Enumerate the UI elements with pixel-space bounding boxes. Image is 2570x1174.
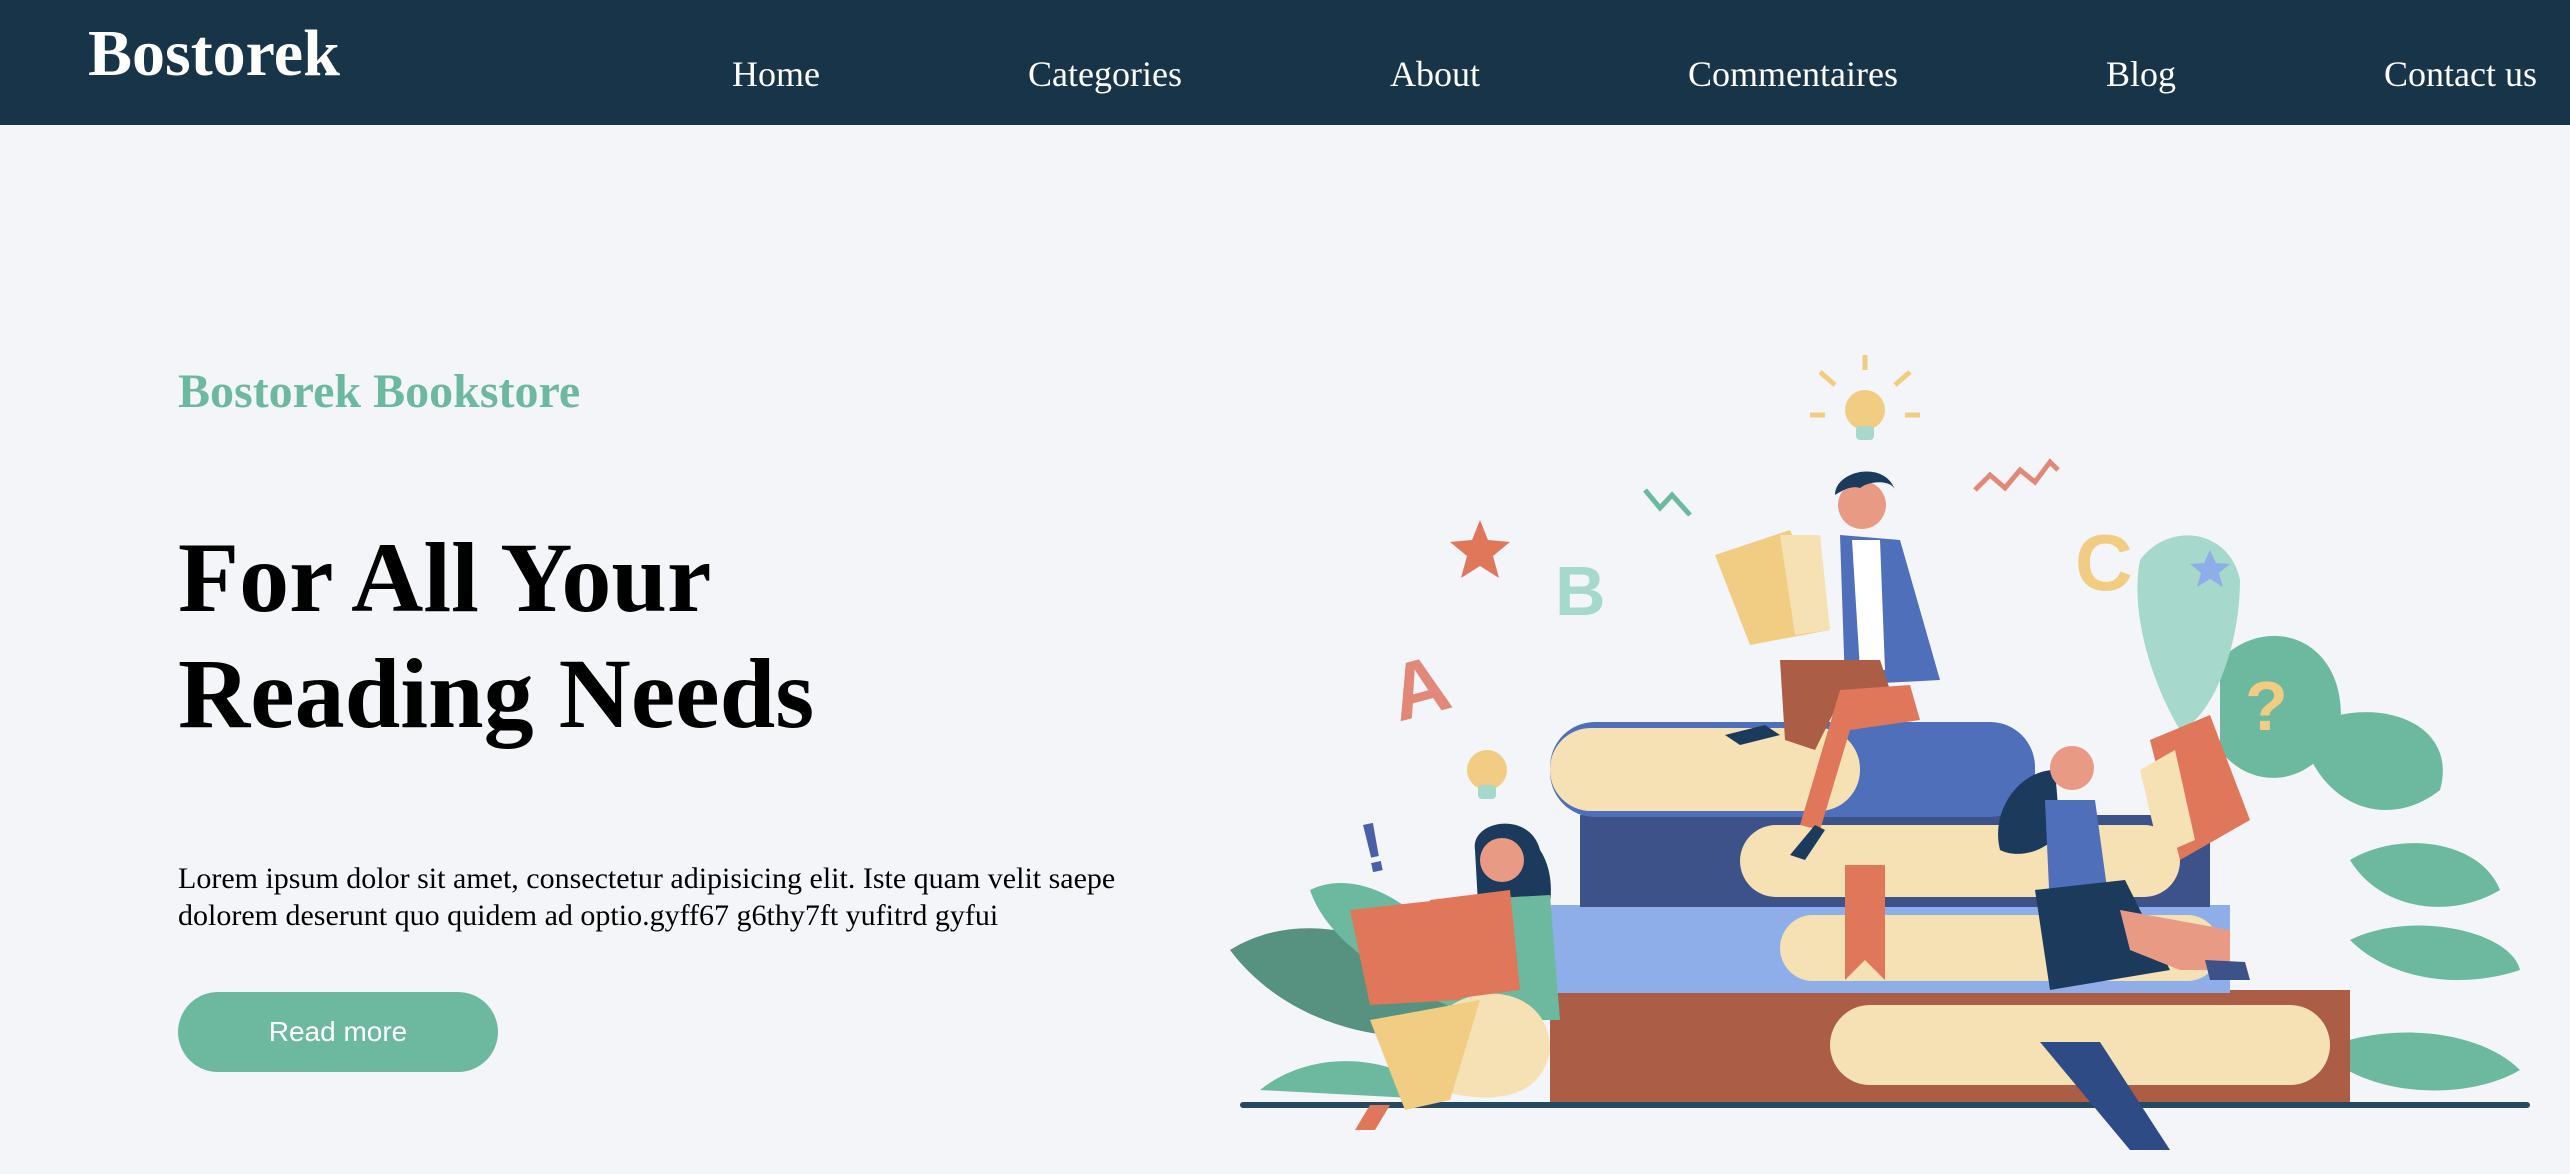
top-navbar: Bostorek Home Categories About Commentai…	[0, 0, 2570, 125]
leaf-icon	[2350, 925, 2520, 980]
reading-books-illustration: A B C ! ?	[1230, 355, 2530, 1150]
leaf-icon	[2300, 712, 2443, 810]
read-more-button[interactable]: Read more	[178, 992, 498, 1072]
nav-link-commentaires[interactable]: Commentaires	[1688, 50, 1898, 98]
hero-title-line: For All Your	[178, 522, 712, 633]
nav-link-contact[interactable]: Contact us	[2384, 50, 2537, 98]
site-logo[interactable]: Bostorek	[88, 14, 340, 94]
exclamation-decor: !	[1354, 807, 1393, 888]
squiggle-decor	[1973, 458, 2060, 492]
nav-link-blog[interactable]: Blog	[2106, 50, 2176, 98]
nav-link-home[interactable]: Home	[732, 50, 820, 98]
squiggle-decor	[1643, 488, 1692, 517]
letter-decor: A	[1380, 637, 1459, 738]
star-icon	[1450, 520, 1510, 578]
lightbulb-icon	[1467, 750, 1507, 799]
hero-eyebrow: Bostorek Bookstore	[178, 365, 581, 418]
letter-decor: C	[2075, 518, 2133, 607]
nav-link-categories[interactable]: Categories	[1028, 50, 1182, 98]
hero-description: Lorem ipsum dolor sit amet, consectetur …	[178, 862, 1116, 932]
hero-title: For All Your Reading Needs	[178, 520, 978, 752]
question-decor: ?	[2245, 667, 2288, 745]
letter-decor: B	[1555, 552, 1606, 630]
leaf-icon	[2350, 843, 2500, 907]
nav-link-about[interactable]: About	[1390, 50, 1480, 98]
lightbulb-icon	[1810, 355, 1920, 440]
hero-title-line: Reading Needs	[178, 638, 815, 749]
